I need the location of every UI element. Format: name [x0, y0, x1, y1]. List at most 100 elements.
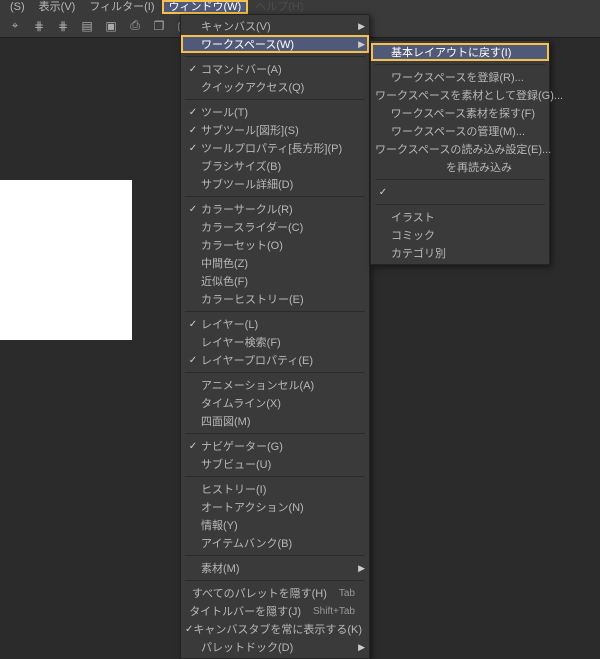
menu-item[interactable]: ✓レイヤー(L) [181, 315, 369, 333]
menu-item-label: サブツール[図形](S) [201, 122, 355, 138]
check-icon: ✓ [375, 187, 391, 198]
menu-item[interactable]: ✓サブツール[図形](S) [181, 121, 369, 139]
tool-icon[interactable]: ⌖ [6, 17, 24, 35]
menu-item[interactable]: クイックアクセス(Q) [181, 78, 369, 96]
menu-item-label: ヒストリー(I) [201, 481, 355, 497]
menu-item[interactable]: ワークスペース(W)▶ [181, 35, 369, 53]
menu-item[interactable]: 情報(Y) [181, 516, 369, 534]
menu-item[interactable]: タイトルバーを隠す(J) Shift+Tab [181, 602, 369, 620]
submenu-arrow-icon: ▶ [358, 39, 365, 50]
menu-item[interactable]: ✓キャンバスタブを常に表示する(K) [181, 620, 369, 638]
menu-item[interactable]: サブツール詳細(D) [181, 175, 369, 193]
menu-item-label: レイヤー検索(F) [201, 334, 355, 350]
menu-item-label: 素材(M) [201, 560, 355, 576]
separator [185, 99, 365, 100]
separator [185, 56, 365, 57]
menubar: (S) 表示(V) フィルター(I) ウィンドウ(W) ヘルプ(H) [0, 0, 600, 14]
separator [375, 64, 545, 65]
menu-item[interactable]: (S) [4, 1, 31, 13]
menu-item[interactable]: カラースライダー(C) [181, 218, 369, 236]
menu-item[interactable]: ワークスペースの管理(M)... [371, 122, 549, 140]
menu-item-label: サブツール詳細(D) [201, 176, 355, 192]
menu-item-label: カラーサークル(R) [201, 201, 355, 217]
menu-item[interactable]: 素材(M)▶ [181, 559, 369, 577]
print-icon[interactable]: ⎙ [126, 17, 144, 35]
menu-item-label: すべてのパレットを隠す(H) [192, 585, 327, 601]
menu-item[interactable]: コミック [371, 226, 549, 244]
separator [185, 311, 365, 312]
menu-item-filter[interactable]: フィルター(I) [83, 1, 160, 13]
menu-item[interactable]: ブラシサイズ(B) [181, 157, 369, 175]
menu-item-label: タイトルバーを隠す(J) [189, 603, 301, 619]
menu-item[interactable]: ✓ナビゲーター(G) [181, 437, 369, 455]
menu-item-label: ワークスペースを登録(R)... [391, 69, 535, 85]
menu-item[interactable]: ✓コマンドバー(A) [181, 60, 369, 78]
page-icon[interactable]: ❐ [150, 17, 168, 35]
canvas-sheet[interactable] [0, 180, 132, 340]
menu-item-label: ワークスペースの管理(M)... [391, 123, 535, 139]
menu-item-label: ナビゲーター(G) [201, 438, 355, 454]
menu-item[interactable]: パレットドック(D)▶ [181, 638, 369, 656]
menu-item[interactable]: を再読み込み [371, 158, 549, 176]
workspace-submenu: 基本レイアウトに戻す(I) ワークスペースを登録(R)...ワークスペースを素材と… [370, 40, 550, 265]
menu-item-label: 近似色(F) [201, 273, 355, 289]
check-icon: ✓ [185, 143, 201, 154]
menu-item[interactable]: 中間色(Z) [181, 254, 369, 272]
menu-item-label: ツールプロパティ[長方形](P) [201, 140, 355, 156]
layers-icon[interactable]: ▤ [78, 17, 96, 35]
menu-item-label: を再読み込み [391, 159, 535, 175]
menu-item-label: コマンドバー(A) [201, 61, 355, 77]
menu-item[interactable]: ワークスペースの読み込み設定(E)... [371, 140, 549, 158]
separator [185, 555, 365, 556]
menu-item[interactable]: 四面図(M) [181, 412, 369, 430]
menu-item[interactable]: キャンバス(V)▶ [181, 17, 369, 35]
menu-item[interactable]: ✓レイヤープロパティ(E) [181, 351, 369, 369]
menu-item[interactable]: カラーセット(O) [181, 236, 369, 254]
menu-item-label: クイックアクセス(Q) [201, 79, 355, 95]
menu-item[interactable]: ✓カラーサークル(R) [181, 200, 369, 218]
menu-item[interactable]: 近似色(F) [181, 272, 369, 290]
3d-icon[interactable]: ▣ [102, 17, 120, 35]
menu-item[interactable]: ワークスペース素材を探す(F) [371, 104, 549, 122]
menu-item[interactable]: アニメーションセル(A) [181, 376, 369, 394]
canvas-area [0, 40, 180, 600]
shortcut-label: Shift+Tab [313, 606, 355, 617]
menu-item-label: アニメーションセル(A) [201, 377, 355, 393]
menu-item-help[interactable]: ヘルプ(H) [249, 1, 309, 13]
menu-item[interactable]: カテゴリ別 [371, 244, 549, 262]
menu-item[interactable]: ✓ [371, 183, 549, 201]
menu-item[interactable]: レイヤー検索(F) [181, 333, 369, 351]
separator [185, 196, 365, 197]
menu-item[interactable]: 基本レイアウトに戻す(I) [371, 43, 549, 61]
menu-item-window[interactable]: ウィンドウ(W) [163, 1, 248, 13]
menu-item-label: 中間色(Z) [201, 255, 355, 271]
menu-item[interactable]: ヒストリー(I) [181, 480, 369, 498]
menu-item-label: キャンバスタブを常に表示する(K) [193, 621, 362, 637]
menu-item[interactable]: オートアクション(N) [181, 498, 369, 516]
menu-item-label: パレットドック(D) [201, 639, 355, 655]
submenu-arrow-icon: ▶ [358, 563, 365, 574]
menu-item[interactable]: ✓ツール(T) [181, 103, 369, 121]
menu-item-view[interactable]: 表示(V) [33, 1, 82, 13]
grid-icon[interactable]: ⋕ [30, 17, 48, 35]
menu-item-label: サブビュー(U) [201, 456, 355, 472]
grid2-icon[interactable]: ⋕ [54, 17, 72, 35]
menu-item[interactable]: サブビュー(U) [181, 455, 369, 473]
menu-item-label: イラスト [391, 209, 535, 225]
menu-item[interactable]: すべてのパレットを隠す(H) Tab [181, 584, 369, 602]
menu-item-label: カラースライダー(C) [201, 219, 355, 235]
menu-item[interactable]: ワークスペースを登録(R)... [371, 68, 549, 86]
shortcut-label: Tab [339, 588, 355, 599]
menu-item[interactable]: タイムライン(X) [181, 394, 369, 412]
menu-item-label: ワークスペース(W) [201, 36, 355, 52]
check-icon: ✓ [185, 125, 201, 136]
menu-item-label: オートアクション(N) [201, 499, 355, 515]
menu-item-label: 情報(Y) [201, 517, 355, 533]
menu-item[interactable]: ワークスペースを素材として登録(G)... [371, 86, 549, 104]
menu-item[interactable]: イラスト [371, 208, 549, 226]
menu-item[interactable]: ✓ツールプロパティ[長方形](P) [181, 139, 369, 157]
check-icon: ✓ [185, 64, 201, 75]
menu-item[interactable]: カラーヒストリー(E) [181, 290, 369, 308]
menu-item-label [391, 184, 535, 200]
menu-item[interactable]: アイテムバンク(B) [181, 534, 369, 552]
